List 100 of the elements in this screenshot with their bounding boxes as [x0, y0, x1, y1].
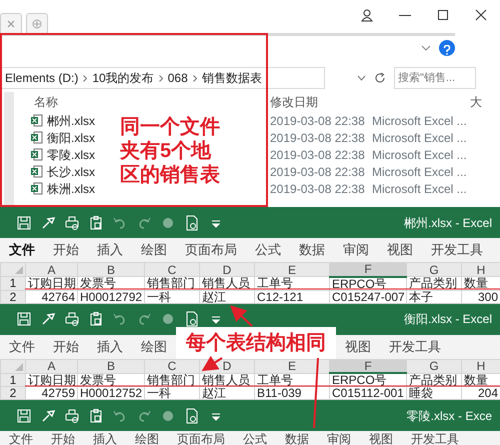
column-header[interactable]: 名称: [30, 93, 270, 111]
close-icon[interactable]: [7, 20, 15, 28]
ribbon-tab[interactable]: 开始: [42, 431, 84, 445]
brush-icon[interactable]: [40, 214, 56, 230]
file-date: 2019-03-08 22:38: [270, 164, 366, 180]
ribbon-tab[interactable]: 页面布局: [168, 431, 234, 445]
print-icon[interactable]: [64, 214, 80, 230]
clipboard-icon[interactable]: [88, 408, 104, 424]
ribbon-tab[interactable]: 绘图: [132, 238, 176, 262]
column-header[interactable]: E: [254, 262, 330, 276]
column-header[interactable]: A: [26, 262, 78, 276]
row-header[interactable]: 2: [0, 386, 26, 400]
ribbon-tab[interactable]: 开始: [44, 238, 88, 262]
ribbon-tab[interactable]: 插入: [84, 431, 126, 445]
ribbon-tab[interactable]: 绘图: [126, 431, 168, 445]
ribbon-tab[interactable]: 审阅: [318, 431, 360, 445]
table-cell: 本子: [406, 290, 462, 303]
ribbon-tab[interactable]: 文件: [0, 334, 44, 358]
row-header[interactable]: 1: [0, 373, 26, 386]
ribbon-tab[interactable]: 视图: [378, 238, 422, 262]
column-header[interactable]: 大: [470, 93, 500, 111]
table-cell: 工单号: [254, 276, 330, 290]
column-header[interactable]: H: [462, 359, 500, 373]
file-date: 2019-03-08 22:38: [270, 180, 366, 198]
clipboard-icon[interactable]: [88, 214, 104, 230]
row-header[interactable]: 1: [0, 276, 26, 290]
column-header[interactable]: B: [78, 262, 144, 276]
print-icon[interactable]: [64, 311, 80, 327]
file-date: 2019-03-08 22:38: [270, 112, 366, 130]
column-header[interactable]: E: [254, 359, 330, 373]
brush-icon[interactable]: [40, 408, 56, 424]
table-cell: C015247-007: [330, 290, 406, 303]
breadcrumb[interactable]: 10我的发布: [92, 69, 154, 87]
ribbon-tab[interactable]: 插入: [88, 334, 132, 358]
ribbon-tab[interactable]: 数据: [290, 238, 334, 262]
column-header[interactable]: C: [144, 359, 200, 373]
ribbon-tab[interactable]: 数据: [276, 431, 318, 445]
table-cell: 数量: [462, 373, 500, 386]
ribbon-tab[interactable]: 开发工具: [402, 431, 468, 445]
window-title: 零陵.xlsx - Exce: [406, 408, 492, 424]
ribbon-tab[interactable]: 页面布局: [176, 238, 246, 262]
column-header[interactable]: G: [406, 359, 462, 373]
ribbon-tab[interactable]: 公式: [234, 431, 276, 445]
ribbon-tab[interactable]: 公式: [246, 238, 290, 262]
ribbon-tab[interactable]: 插入: [88, 238, 132, 262]
column-header[interactable]: F: [330, 262, 406, 276]
maximize-icon: [436, 8, 450, 22]
refresh-icon[interactable]: [374, 72, 386, 84]
window-title: 郴州.xlsx - Excel: [404, 214, 492, 232]
breadcrumb[interactable]: Elements (D:): [5, 69, 78, 87]
file-name[interactable]: 株洲.xlsx: [47, 180, 95, 198]
chevron-down-icon[interactable]: [421, 45, 431, 51]
print-icon[interactable]: [64, 408, 80, 424]
ribbon-tab[interactable]: 开发工具: [422, 238, 492, 262]
ribbon-tab[interactable]: 文件: [0, 431, 42, 445]
table-cell: 数量: [462, 276, 500, 290]
file-name[interactable]: 衡阳.xlsx: [47, 128, 95, 146]
column-header[interactable]: D: [200, 262, 254, 276]
row-header[interactable]: 2: [0, 290, 26, 303]
file-name[interactable]: 郴州.xlsx: [47, 112, 95, 130]
document-icon[interactable]: [184, 311, 200, 327]
save-icon[interactable]: [16, 408, 32, 424]
document-icon[interactable]: [184, 214, 200, 230]
column-header[interactable]: A: [26, 359, 78, 373]
column-header[interactable]: F: [330, 359, 406, 373]
table-cell: 销售人员: [200, 276, 254, 290]
table-cell: 发票号: [78, 373, 144, 386]
ribbon-tab[interactable]: 文件: [0, 238, 44, 262]
table-cell: 销售部门: [144, 373, 200, 386]
column-header[interactable]: C: [144, 262, 200, 276]
ribbon-tab[interactable]: 开始: [44, 334, 88, 358]
search-field[interactable]: 搜索"销售...: [394, 67, 476, 89]
ribbon-tab[interactable]: 绘图: [132, 334, 176, 358]
window-title: 衡阳.xlsx - Excel: [404, 311, 492, 328]
clipboard-icon[interactable]: [88, 311, 104, 327]
save-icon[interactable]: [16, 214, 32, 230]
column-header[interactable]: H: [462, 262, 500, 276]
file-name[interactable]: 长沙.xlsx: [47, 162, 95, 180]
column-header[interactable]: B: [78, 359, 144, 373]
breadcrumb[interactable]: 068: [168, 69, 188, 87]
ribbon-tab[interactable]: 开发工具: [380, 334, 450, 358]
chevron-right-icon: [158, 74, 163, 82]
table-cell: 发票号: [78, 276, 144, 290]
file-name[interactable]: 零陵.xlsx: [47, 146, 95, 164]
table-cell: C12-121: [254, 290, 330, 303]
address-bar[interactable]: Elements (D:) 10我的发布 068 销售数据表: [0, 67, 325, 89]
column-header[interactable]: G: [406, 262, 462, 276]
scrollbar[interactable]: [4, 92, 14, 207]
column-header[interactable]: 修改日期: [270, 93, 470, 111]
minimize-icon: [399, 14, 411, 16]
save-icon[interactable]: [16, 311, 32, 327]
brush-icon[interactable]: [40, 311, 56, 327]
help-icon[interactable]: [439, 40, 455, 56]
breadcrumb[interactable]: 销售数据表: [202, 69, 262, 87]
ribbon-tab[interactable]: 审阅: [334, 238, 378, 262]
document-icon[interactable]: [184, 408, 200, 424]
callout-label: 每个表结构相同: [176, 326, 336, 358]
ribbon-tab[interactable]: 视图: [336, 334, 380, 358]
ribbon-tab[interactable]: 视图: [360, 431, 402, 445]
chevron-down-icon[interactable]: [357, 75, 366, 81]
